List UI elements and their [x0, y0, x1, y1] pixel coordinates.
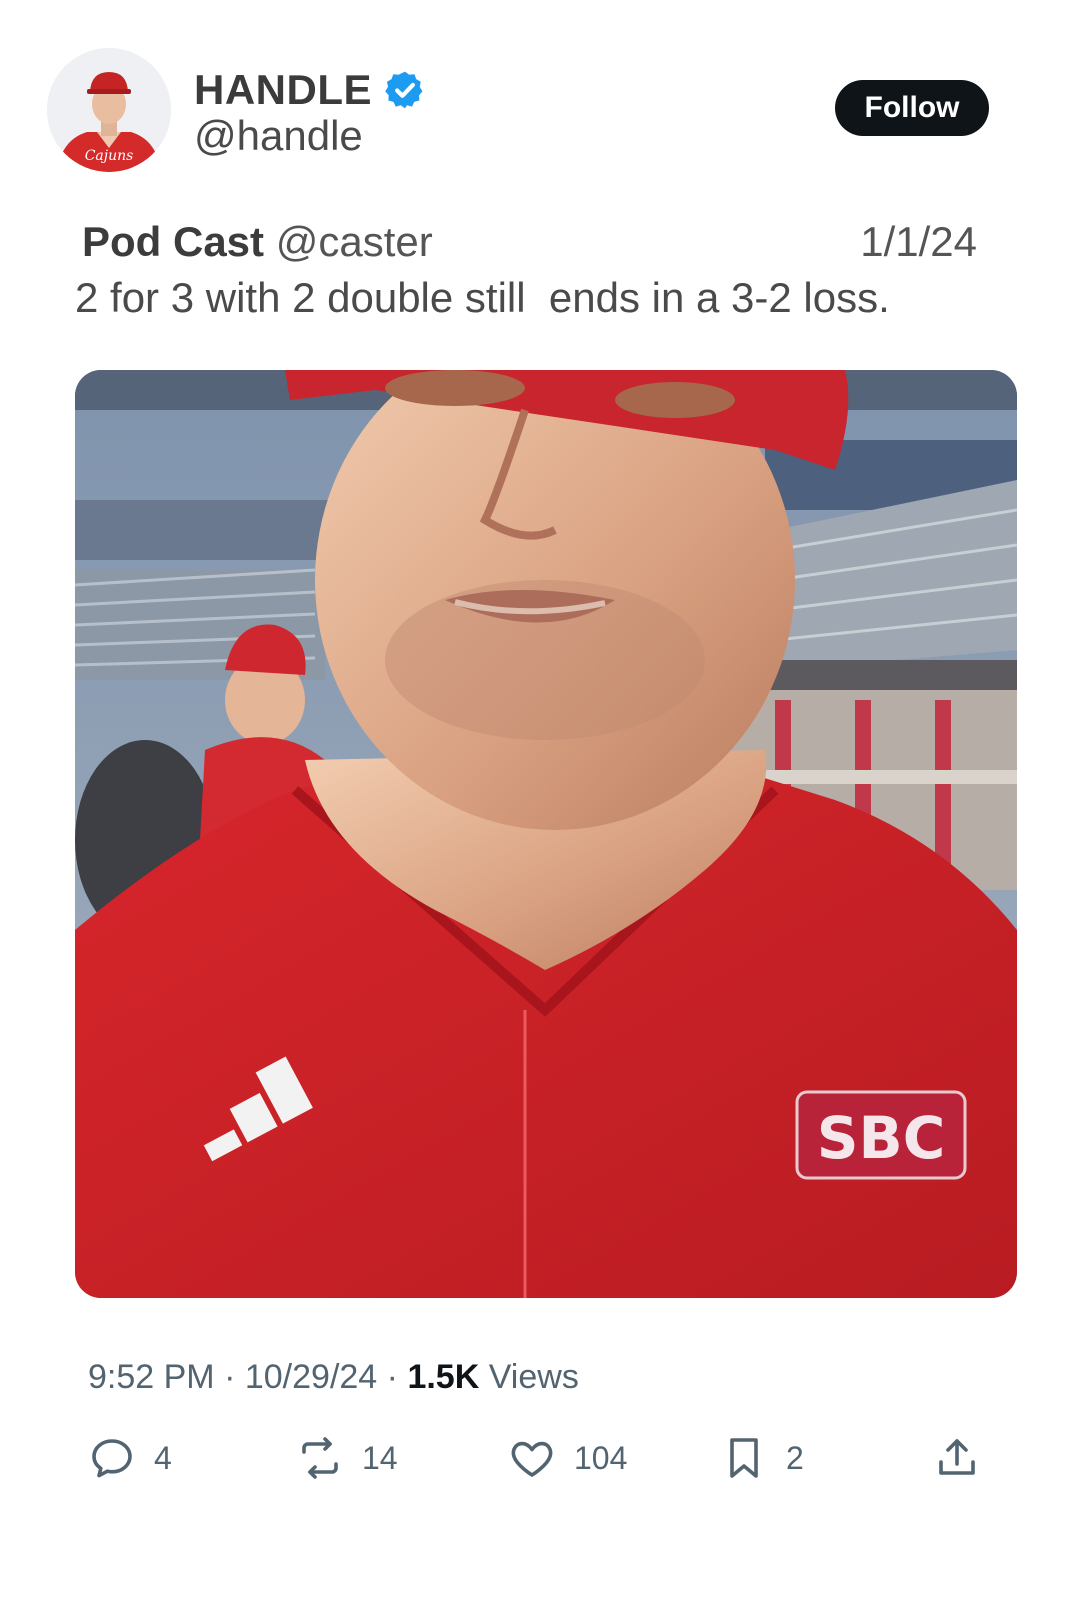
quoted-author[interactable]: Pod Cast @caster: [82, 218, 433, 266]
share-button[interactable]: [933, 1428, 981, 1488]
share-icon: [939, 1439, 975, 1475]
views-label: Views: [488, 1358, 579, 1396]
repost-icon: [302, 1437, 338, 1479]
tweet-card: Cajuns HANDLE @handle Follow Pod Cast @c…: [0, 0, 1080, 1600]
quoted-author-handle: @caster: [275, 218, 433, 265]
repost-button[interactable]: 14: [296, 1428, 398, 1488]
follow-button[interactable]: Follow: [835, 80, 989, 136]
quoted-date: 1/1/24: [860, 218, 977, 265]
quoted-author-name: Pod Cast: [82, 218, 265, 265]
reply-button[interactable]: 4: [88, 1428, 172, 1488]
reply-count: 4: [154, 1439, 172, 1476]
tweet-media-video[interactable]: SBC: [75, 370, 1017, 1298]
meta-separator: ·: [386, 1358, 408, 1396]
author-handle[interactable]: @handle: [194, 112, 363, 160]
avatar-image: Cajuns: [47, 48, 171, 172]
display-name-text: HANDLE: [194, 66, 372, 113]
jersey-patch-text: SBC: [817, 1104, 946, 1172]
avatar[interactable]: Cajuns: [47, 48, 171, 172]
tweet-meta: 9:52 PM · 10/29/24 · 1.5K Views: [88, 1358, 579, 1397]
tweet-date[interactable]: 10/29/24: [245, 1358, 377, 1396]
bookmark-button[interactable]: 2: [720, 1428, 804, 1488]
repost-count: 14: [362, 1439, 398, 1476]
heart-icon: [511, 1441, 553, 1477]
tweet-time[interactable]: 9:52 PM: [88, 1358, 215, 1396]
views-count: 1.5K: [407, 1358, 480, 1396]
tweet-text: 2 for 3 with 2 double still ends in a 3-…: [75, 274, 890, 321]
author-display-name[interactable]: HANDLE: [194, 66, 426, 114]
bookmark-count: 2: [786, 1439, 804, 1476]
bookmark-icon: [730, 1438, 758, 1478]
video-frame-image: SBC: [75, 370, 1017, 1298]
meta-separator: ·: [224, 1358, 245, 1396]
verified-badge-icon: [385, 71, 423, 109]
reply-icon: [92, 1439, 132, 1478]
like-count: 104: [574, 1439, 628, 1476]
svg-text:Cajuns: Cajuns: [85, 148, 134, 164]
like-button[interactable]: 104: [508, 1428, 627, 1488]
action-bar: 4 14 104 2: [88, 1428, 1003, 1488]
